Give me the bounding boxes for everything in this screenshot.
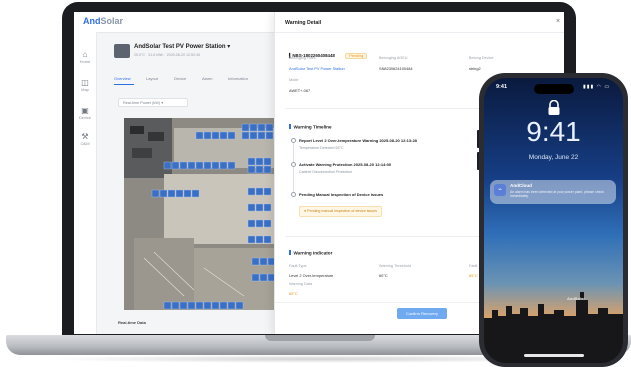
field-value: AWET+-067 <box>289 88 311 93</box>
timeline-title: Warning Timeline <box>289 124 332 130</box>
warning-icon: ● <box>304 209 307 213</box>
active-tab-indicator <box>114 84 134 85</box>
station-header: AndSolar Test PV Power Station ▾ 25.0°C … <box>114 42 274 68</box>
field-label: Fault <box>469 264 478 268</box>
field-label: Mode <box>289 78 299 82</box>
field-label: Belonging Plant <box>289 56 316 60</box>
device-icon: ▣ <box>81 106 89 115</box>
chevron-down-icon: ▾ <box>161 101 164 105</box>
field-label: Warning Data <box>289 282 313 286</box>
nav-item-label: O&M <box>80 141 90 146</box>
tab-overview[interactable]: Overview <box>114 76 131 81</box>
station-tabs: Overview Layout Device Alarm Information <box>114 76 274 86</box>
home-icon: ⌂ <box>82 50 88 59</box>
nav-item-label: Device <box>78 115 92 120</box>
timeline-dot <box>291 192 296 197</box>
field-value: string2 <box>469 66 481 71</box>
lock-icon <box>548 100 560 115</box>
aerial-station-image[interactable] <box>124 118 274 310</box>
station-meta: 25.0°C · 31.6 kWh · 2025-08-20 12:52:45 <box>134 53 200 57</box>
indicator-title: Warning Indicator <box>289 250 333 256</box>
belonging-plant-link[interactable]: AndSolar Test PV Power Station <box>289 66 345 71</box>
app-icon: ⌁ <box>494 184 506 196</box>
pending-inspection-note: ● Pending manual inspection of device is… <box>299 206 382 217</box>
timeline-event-sub: Temperature Detected 65°C <box>299 146 344 150</box>
station-thumbnail <box>114 44 130 58</box>
aerial-photo-illustration <box>124 118 274 310</box>
nav-item-map[interactable]: ◫ Map <box>76 78 94 92</box>
lock-screen-time: 9:41 <box>526 116 581 147</box>
field-label: Fault Type <box>289 264 307 268</box>
notification-title: AndCloud <box>510 183 532 188</box>
field-value: Level 2 Over-temperature <box>289 273 334 278</box>
tab-alarm[interactable]: Alarm <box>202 76 212 81</box>
nav-item-om[interactable]: ⚒ O&M <box>76 132 94 146</box>
tab-layout[interactable]: Layout <box>146 76 158 81</box>
close-icon[interactable]: × <box>556 18 560 25</box>
nav-item-home[interactable]: ⌂ Home <box>76 50 94 64</box>
timeline-event-title: Activate Warning Protection 2025-08-20 1… <box>299 162 392 167</box>
brand-logo[interactable]: AndSolar <box>83 16 123 26</box>
tab-device[interactable]: Device <box>174 76 186 81</box>
home-indicator[interactable] <box>524 354 584 357</box>
nav-item-label: Home <box>79 59 91 64</box>
left-nav: ⌂ Home ◫ Map ▣ Device ⚒ O&M <box>74 32 97 334</box>
station-main: AndSolar Test PV Power Station ▾ 25.0°C … <box>96 32 274 334</box>
field-label: Belong Device <box>469 56 494 60</box>
field-label: Belonging AGEU <box>379 56 408 60</box>
map-icon: ◫ <box>81 78 89 87</box>
timeline-event-sub: Cabinet Disconnection Protection <box>299 170 353 174</box>
status-bar-icons: ▮▮▮ ◠ ▭ <box>583 84 611 90</box>
nav-item-device[interactable]: ▣ Device <box>76 106 94 120</box>
timeline-dot <box>291 138 296 143</box>
status-badge: Pending <box>345 53 368 59</box>
notification-body: An alarm has been detected at your power… <box>510 190 604 199</box>
confirm-recovery-button[interactable]: Confirm Recovery <box>397 308 447 319</box>
field-value: 65°C <box>289 291 298 296</box>
chevron-down-icon[interactable]: ▾ <box>227 44 230 50</box>
timeline-event-title: Report Level 2 Over-temperature Warning … <box>299 138 417 143</box>
view-select[interactable]: Real-time Power (kW) ▾ <box>118 98 188 107</box>
field-value: 65°C <box>469 273 478 278</box>
timeline-event-title: Pending Manual Inspection of Device Issu… <box>299 192 384 197</box>
tools-icon: ⚒ <box>81 132 89 141</box>
status-bar-time: 9:41 <box>496 84 508 90</box>
station-name[interactable]: AndSolar Test PV Power Station ▾ <box>134 43 230 50</box>
field-label: Warning Threshold <box>379 264 411 268</box>
divider <box>275 32 564 33</box>
section-label: Real-time Data <box>118 320 146 325</box>
dynamic-island <box>534 84 574 94</box>
phone-watermark: AndSolar <box>567 296 585 301</box>
drawer-title: Warning Detail <box>285 20 322 26</box>
field-value: SN8230624100484 <box>379 66 413 71</box>
lock-screen-date: Monday, June 22 <box>528 154 579 161</box>
laptop-notch <box>265 335 375 341</box>
timeline-dot <box>291 162 296 167</box>
timeline-connector <box>292 142 294 196</box>
tab-information[interactable]: Information <box>228 76 248 81</box>
nav-item-label: Map <box>81 87 89 92</box>
field-value: 60°C <box>379 273 388 278</box>
